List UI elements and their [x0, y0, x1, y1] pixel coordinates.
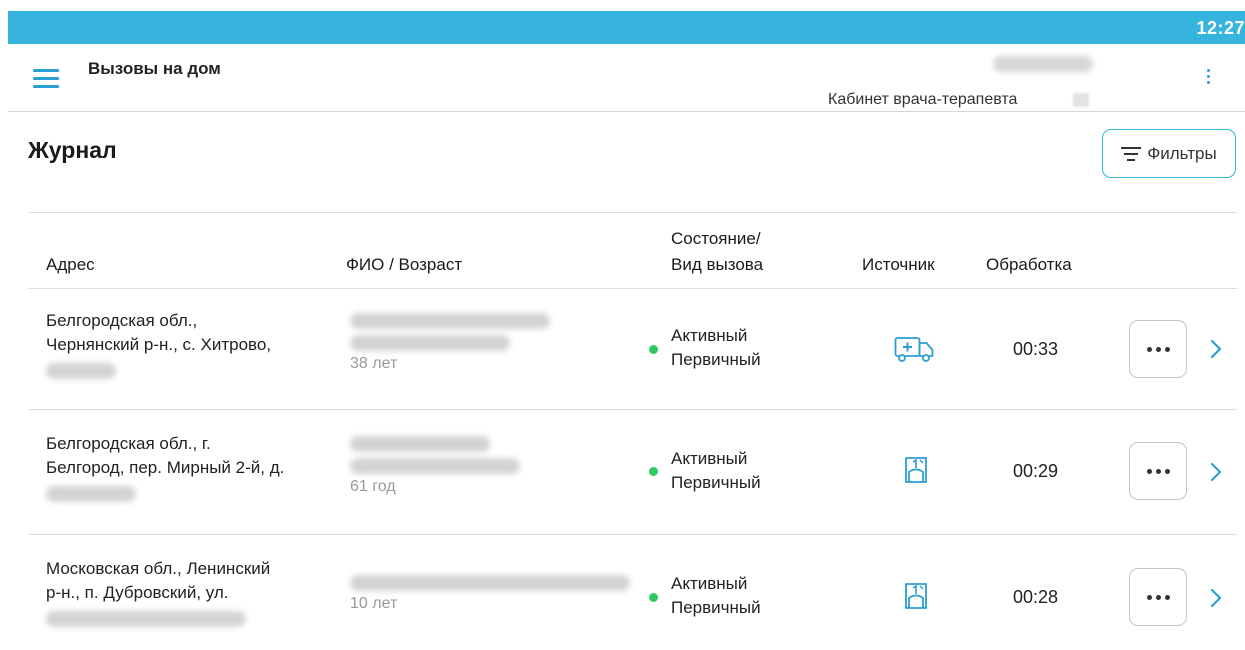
more-vertical-icon[interactable]: [1203, 69, 1213, 91]
address-line1: Московская обл., Ленинский: [46, 559, 271, 578]
portal-icon: [905, 583, 927, 609]
status-bar: 12:27: [8, 11, 1245, 44]
state-cell: Активный Первичный: [671, 324, 761, 372]
table-row[interactable]: Белгородская обл., г. Белгород, пер. Мир…: [28, 410, 1237, 534]
table-row[interactable]: Белгородская обл., Чернянский р-н., с. Х…: [28, 289, 1237, 409]
fio-redacted: [350, 436, 490, 452]
hamburger-menu-icon[interactable]: [33, 69, 59, 89]
header-divider: [28, 212, 1237, 213]
age-label: 61 год: [350, 478, 396, 495]
status-dot: [649, 467, 658, 476]
age-label: 10 лет: [350, 595, 398, 612]
status-dot: [649, 345, 658, 354]
column-header-fio: ФИО / Возраст: [346, 255, 463, 274]
app-title: Вызовы на дом: [88, 59, 221, 78]
dot-icon: [1155, 346, 1161, 352]
status-time: 12:27: [1196, 18, 1245, 38]
status-dot: [649, 593, 658, 602]
filters-button-label: Фильтры: [1147, 143, 1217, 163]
dot-icon: [1146, 346, 1152, 352]
ambulance-icon: [894, 337, 934, 362]
dot-icon: [1155, 594, 1161, 600]
address-line2: Белгород, пер. Мирный 2-й, д.: [46, 458, 285, 477]
column-header-state: Состояние/ Вид вызова: [671, 226, 763, 278]
chevron-right-icon[interactable]: [1208, 460, 1224, 484]
cabinet-label: Кабинет врача-терапевта: [828, 91, 1018, 108]
dot-icon: [1164, 594, 1170, 600]
address-redacted: [46, 611, 246, 627]
address-line1: Белгородская обл.,: [46, 311, 198, 330]
address-line1: Белгородская обл., г.: [46, 434, 211, 453]
fio-cell: 61 год: [350, 436, 630, 496]
portal-icon: [905, 457, 927, 483]
processing-time: 00:28: [1013, 587, 1059, 607]
row-actions-button[interactable]: [1129, 442, 1187, 500]
cabinet-number-redacted: [1073, 93, 1089, 107]
chevron-right-icon[interactable]: [1208, 337, 1224, 361]
fio-redacted: [350, 335, 510, 351]
state-label: Активный: [671, 326, 748, 345]
fio-redacted: [350, 575, 630, 591]
row-actions-button[interactable]: [1129, 320, 1187, 378]
processing-time: 00:33: [1013, 339, 1059, 359]
filter-icon: [1121, 146, 1142, 161]
column-header-source: Источник: [862, 255, 935, 274]
age-label: 38 лет: [350, 355, 398, 372]
address-redacted: [46, 486, 136, 502]
call-type-label: Первичный: [671, 473, 761, 492]
column-header-state-line1: Состояние/: [671, 229, 761, 248]
state-cell: Активный Первичный: [671, 447, 761, 495]
dot-icon: [1146, 594, 1152, 600]
table-row[interactable]: Московская обл., Ленинский р-н., п. Дубр…: [28, 535, 1237, 650]
address-cell: Московская обл., Ленинский р-н., п. Дубр…: [46, 557, 336, 627]
dot-icon: [1164, 346, 1170, 352]
column-header-address: Адрес: [46, 255, 95, 274]
filters-button[interactable]: Фильтры: [1102, 129, 1236, 178]
call-type-label: Первичный: [671, 598, 761, 617]
state-cell: Активный Первичный: [671, 572, 761, 620]
app-bar: Вызовы на дом Кабинет врача-терапевта: [8, 44, 1245, 112]
fio-cell: 38 лет: [350, 313, 630, 373]
column-header-state-line2: Вид вызова: [671, 255, 764, 274]
row-actions-button[interactable]: [1129, 568, 1187, 626]
dot-icon: [1146, 468, 1152, 474]
chevron-right-icon[interactable]: [1208, 586, 1224, 610]
address-redacted: [46, 363, 116, 379]
fio-redacted: [350, 458, 520, 474]
call-type-label: Первичный: [671, 350, 761, 369]
address-cell: Белгородская обл., г. Белгород, пер. Мир…: [46, 432, 336, 502]
user-name-redacted: [993, 56, 1093, 72]
state-label: Активный: [671, 574, 748, 593]
fio-redacted: [350, 313, 550, 329]
processing-time: 00:29: [1013, 461, 1059, 481]
address-line2: р-н., п. Дубровский, ул.: [46, 583, 229, 602]
dot-icon: [1164, 468, 1170, 474]
page-title: Журнал: [28, 137, 117, 163]
state-label: Активный: [671, 449, 748, 468]
address-line2: Чернянский р-н., с. Хитрово,: [46, 335, 272, 354]
address-cell: Белгородская обл., Чернянский р-н., с. Х…: [46, 309, 336, 379]
dot-icon: [1155, 468, 1161, 474]
column-header-processing: Обработка: [986, 255, 1072, 274]
fio-cell: 10 лет: [350, 575, 630, 613]
